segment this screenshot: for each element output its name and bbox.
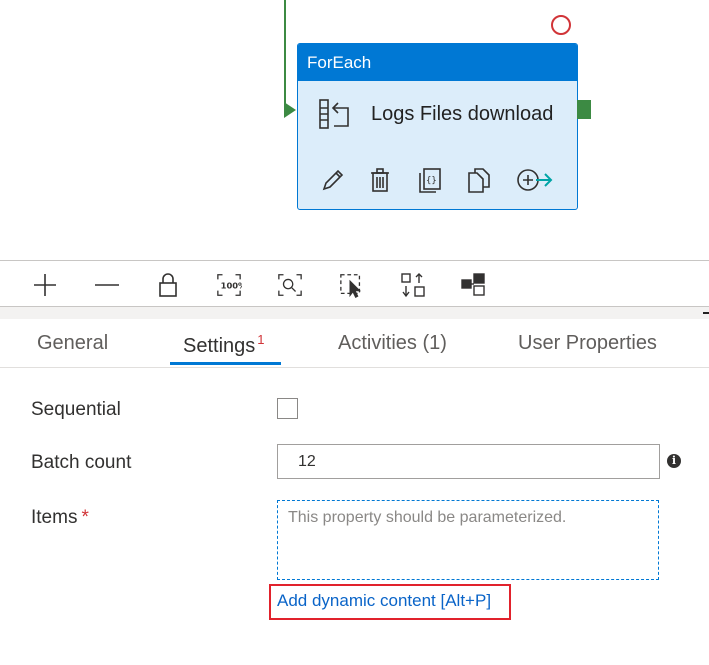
copy-icon[interactable] <box>467 167 516 197</box>
zoom-to-fit-icon[interactable] <box>277 272 303 298</box>
pipeline-canvas[interactable]: ForEach Logs Files download {} <box>0 0 709 258</box>
success-connector-line <box>284 0 286 107</box>
batch-count-input[interactable] <box>277 444 660 479</box>
zoom-100-text: 100% <box>221 281 242 291</box>
activity-name[interactable]: Logs Files download <box>371 103 553 126</box>
auto-align-icon[interactable] <box>400 272 426 298</box>
zoom-out-icon[interactable] <box>94 272 120 298</box>
tab-settings[interactable]: Settings 1 <box>183 332 265 358</box>
panel-resize-handle[interactable] <box>703 312 709 314</box>
activity-type-label: ForEach <box>298 44 577 81</box>
sequential-label: Sequential <box>31 399 121 420</box>
foreach-activity-node[interactable]: ForEach Logs Files download {} <box>297 43 578 210</box>
batch-count-label: Batch count <box>31 452 132 473</box>
lock-icon[interactable] <box>155 272 181 298</box>
svg-text:{}: {} <box>426 176 437 186</box>
code-icon[interactable]: {} <box>418 167 467 197</box>
arrange-icon[interactable] <box>461 272 487 298</box>
highlight-box <box>269 584 511 620</box>
items-label: Items * <box>31 507 89 528</box>
items-input[interactable] <box>277 500 659 580</box>
properties-tabs: General Settings 1 Activities (1) User Pr… <box>0 319 709 368</box>
connector-arrowhead <box>284 102 296 118</box>
tab-activities[interactable]: Activities (1) <box>338 332 447 355</box>
tab-general[interactable]: General <box>37 332 108 355</box>
active-tab-indicator <box>170 362 281 365</box>
tab-user-properties[interactable]: User Properties <box>518 332 657 355</box>
add-output-icon[interactable] <box>516 167 565 197</box>
output-port[interactable] <box>577 100 591 119</box>
toolbar-divider <box>0 307 709 319</box>
error-count-badge: 1 <box>257 332 265 347</box>
edit-icon[interactable] <box>320 167 369 197</box>
canvas-toolbar: 100% <box>0 260 709 307</box>
error-indicator-icon[interactable] <box>551 15 571 35</box>
delete-icon[interactable] <box>369 167 418 197</box>
zoom-100-icon[interactable]: 100% <box>216 272 242 298</box>
zoom-in-icon[interactable] <box>32 272 58 298</box>
sequential-checkbox[interactable] <box>277 398 298 419</box>
info-icon[interactable]: i <box>667 454 681 468</box>
foreach-icon <box>318 98 352 135</box>
required-asterisk: * <box>81 507 89 528</box>
select-icon[interactable] <box>339 272 365 298</box>
